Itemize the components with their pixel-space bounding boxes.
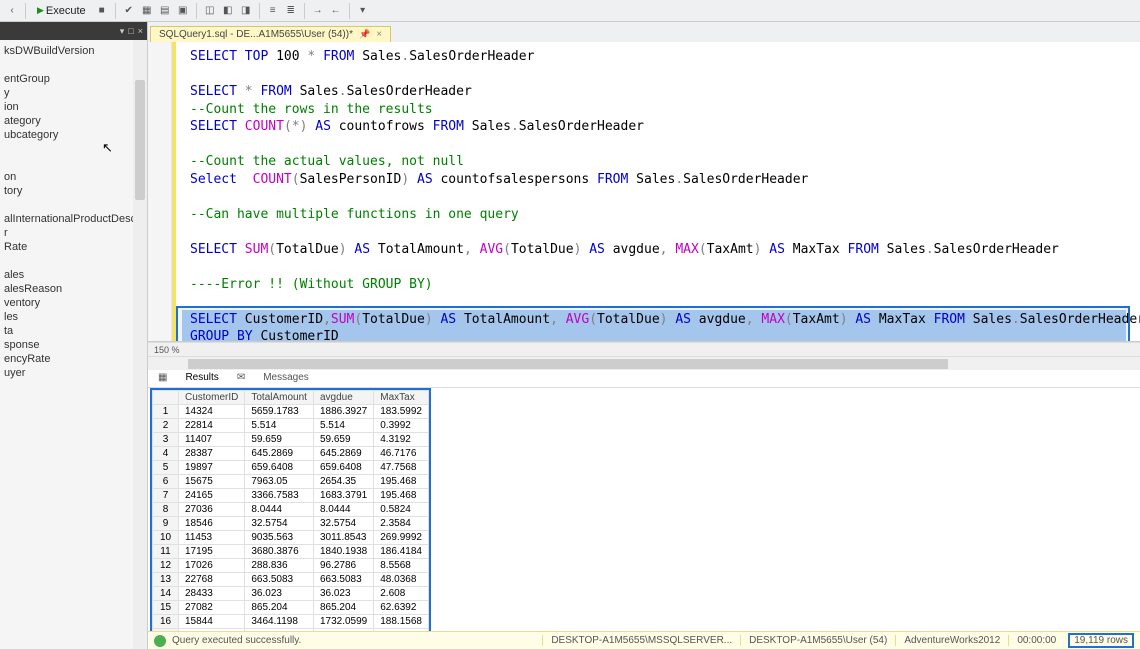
close-icon[interactable]: × [138, 26, 143, 36]
status-time: 00:00:00 [1008, 635, 1064, 646]
table-row[interactable]: 91854632.575432.57542.3584 [153, 517, 429, 531]
tab-label: SQLQuery1.sql - DE...A1M5655\User (54))* [159, 29, 353, 40]
table-row[interactable]: 11171953680.38761840.1938186.4184 [153, 545, 429, 559]
tree-item[interactable]: ategory [2, 114, 145, 128]
tree-item[interactable]: ubcategory [2, 128, 145, 142]
status-login: DESKTOP-A1M5655\User (54) [740, 635, 895, 646]
tool1-icon[interactable]: ◫ [202, 3, 218, 19]
table-row[interactable]: 142843336.02336.0232.608 [153, 587, 429, 601]
back-icon[interactable]: ‹ [4, 3, 20, 19]
table-row[interactable]: 1217026288.83696.27868.5568 [153, 559, 429, 573]
tree-item[interactable]: entGroup [2, 72, 145, 86]
editor-hscroll[interactable] [148, 356, 1140, 370]
column-header[interactable]: CustomerID [179, 391, 245, 405]
table-row[interactable]: 428387645.2869645.286946.7176 [153, 447, 429, 461]
tree-item[interactable] [2, 198, 145, 212]
tool2-icon[interactable]: ◧ [220, 3, 236, 19]
debug-icon[interactable]: ■ [94, 3, 110, 19]
outdent-icon[interactable]: ← [328, 3, 344, 19]
results-grid-area: CustomerIDTotalAmountavgdueMaxTax1143245… [148, 388, 1140, 649]
table-row[interactable]: 1322768663.5083663.508348.0368 [153, 573, 429, 587]
comment-icon[interactable]: ≡ [265, 3, 281, 19]
tree-item[interactable]: ksDWBuildVersion [2, 44, 145, 58]
pin-icon[interactable]: 📌 [359, 29, 370, 40]
more-icon[interactable]: ▾ [355, 3, 371, 19]
table-row[interactable]: 10114539035.5633011.8543269.9992 [153, 531, 429, 545]
execute-button[interactable]: ▶Execute [31, 5, 92, 17]
sql-editor[interactable]: SELECT TOP 100 * FROM Sales.SalesOrderHe… [148, 42, 1140, 342]
tree-item[interactable]: r [2, 226, 145, 240]
success-icon [154, 635, 166, 647]
status-server: DESKTOP-A1M5655\MSSQLSERVER... [542, 635, 740, 646]
column-header[interactable]: MaxTax [374, 391, 429, 405]
zoom-bar: 150 % [148, 342, 1140, 356]
table-row[interactable]: 6156757963.052654.35195.468 [153, 475, 429, 489]
tree-item[interactable]: uyer [2, 366, 145, 380]
results-grid[interactable]: CustomerIDTotalAmountavgdueMaxTax1143245… [152, 390, 429, 649]
tree-item[interactable]: les [2, 310, 145, 324]
tree-item[interactable] [2, 156, 145, 170]
file-icon[interactable]: ▣ [175, 3, 191, 19]
tool3-icon[interactable]: ◨ [238, 3, 254, 19]
tree-item[interactable] [2, 254, 145, 268]
status-rowcount: 19,119 rows [1068, 633, 1134, 648]
execute-label: Execute [46, 5, 86, 17]
table-row[interactable]: 7241653366.75831683.3791195.468 [153, 489, 429, 503]
code-content[interactable]: SELECT TOP 100 * FROM Sales.SalesOrderHe… [182, 42, 1140, 342]
results-tabbar: ▦ Results ✉ Messages [148, 370, 1140, 388]
table-row[interactable]: 519897659.6408659.640847.7568 [153, 461, 429, 475]
tree-item[interactable]: tory [2, 184, 145, 198]
panel-menu-icon[interactable]: □ [128, 26, 133, 36]
table-row[interactable]: 1527082865.204865.20462.6392 [153, 601, 429, 615]
change-stripe [172, 42, 176, 341]
table-row[interactable]: 31140759.65959.6594.3192 [153, 433, 429, 447]
play-icon: ▶ [37, 5, 44, 16]
tree-list[interactable]: ksDWBuildVersion entGroupyionategoryubca… [0, 40, 147, 384]
status-db: AdventureWorks2012 [895, 635, 1008, 646]
tree-item[interactable]: ta [2, 324, 145, 338]
tree-item[interactable]: sponse [2, 338, 145, 352]
tree-item[interactable]: on [2, 170, 145, 184]
tree-item[interactable]: alInternationalProductDescription [2, 212, 145, 226]
status-message: Query executed successfully. [172, 635, 301, 646]
table-row[interactable]: 8270368.04448.04440.5824 [153, 503, 429, 517]
table-row[interactable]: 16158443464.11981732.0599188.1568 [153, 615, 429, 629]
zoom-value[interactable]: 150 % [154, 345, 180, 355]
table-row[interactable]: 1143245659.17831886.3927183.5992 [153, 405, 429, 419]
tree-item[interactable]: encyRate [2, 352, 145, 366]
column-header[interactable]: TotalAmount [245, 391, 314, 405]
text-icon[interactable]: ▤ [157, 3, 173, 19]
tree-item[interactable] [2, 142, 145, 156]
messages-icon: ✉ [233, 370, 249, 387]
grid-icon[interactable]: ▦ [139, 3, 155, 19]
tree-item[interactable] [2, 58, 145, 72]
uncomment-icon[interactable]: ≣ [283, 3, 299, 19]
tree-item[interactable]: y [2, 86, 145, 100]
document-tabbar: SQLQuery1.sql - DE...A1M5655\User (54))*… [148, 22, 1140, 42]
highlight-box-grid: CustomerIDTotalAmountavgdueMaxTax1143245… [150, 388, 431, 649]
editor-gutter [148, 42, 172, 341]
object-explorer-panel: ▾ □ × ksDWBuildVersion entGroupyionatego… [0, 22, 148, 649]
close-icon[interactable]: × [376, 29, 382, 40]
tab-sqlquery1[interactable]: SQLQuery1.sql - DE...A1M5655\User (54))*… [150, 26, 391, 42]
tree-item[interactable]: ales [2, 268, 145, 282]
tree-item[interactable]: Rate [2, 240, 145, 254]
panel-header: ▾ □ × [0, 22, 147, 40]
tab-results[interactable]: Results [181, 370, 222, 387]
check-icon[interactable]: ✔ [121, 3, 137, 19]
main-toolbar: ‹ ▶Execute ■ ✔ ▦ ▤ ▣ ◫ ◧ ◨ ≡ ≣ → ← ▾ [0, 0, 1140, 22]
results-icon: ▦ [154, 370, 171, 387]
pin-icon[interactable]: ▾ [120, 26, 125, 37]
tree-item[interactable]: ion [2, 100, 145, 114]
column-header[interactable]: avgdue [313, 391, 373, 405]
tree-item[interactable]: ventory [2, 296, 145, 310]
tree-item[interactable]: alesReason [2, 282, 145, 296]
table-row[interactable]: 2228145.5145.5140.3992 [153, 419, 429, 433]
scrollbar[interactable] [133, 40, 147, 649]
indent-icon[interactable]: → [310, 3, 326, 19]
status-bar: Query executed successfully. DESKTOP-A1M… [148, 631, 1140, 649]
tab-messages[interactable]: Messages [259, 370, 313, 387]
